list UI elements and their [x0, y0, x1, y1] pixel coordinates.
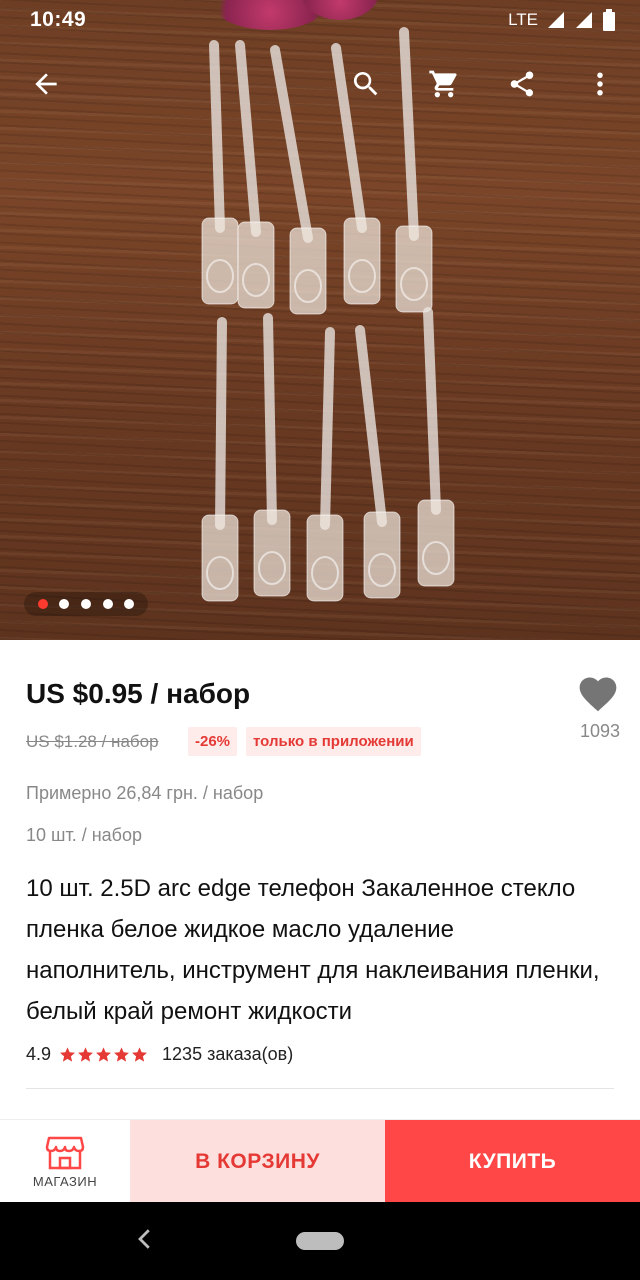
discount-badge: -26%	[188, 727, 238, 756]
more-vertical-icon	[597, 72, 603, 96]
share-button[interactable]	[500, 62, 544, 106]
wishlist-button[interactable]	[576, 672, 620, 716]
action-bar: МАГАЗИН В КОРЗИНУ КУПИТЬ	[0, 1119, 640, 1203]
gallery-dot[interactable]	[80, 599, 91, 609]
approx-local-price: Примерно 26,84 грн. / набор	[26, 783, 264, 803]
product-title[interactable]: 10 шт. 2.5D arc edge телефон Закаленное …	[26, 868, 606, 1032]
nav-back-icon[interactable]	[130, 1224, 160, 1254]
orders-count: 1235 заказа(ов)	[162, 1044, 294, 1064]
divider	[26, 1088, 614, 1089]
buy-now-button[interactable]: КУПИТЬ	[385, 1120, 640, 1203]
applicator-tool	[253, 313, 291, 597]
signal-icon	[548, 12, 564, 28]
search-button[interactable]	[344, 62, 388, 106]
battery-icon	[603, 9, 615, 31]
gallery-dot[interactable]	[124, 599, 135, 609]
store-button[interactable]: МАГАЗИН	[0, 1120, 130, 1203]
wishlist-count: 1093	[579, 721, 620, 741]
pack-size: 10 шт. / набор	[26, 825, 142, 845]
heart-icon	[579, 677, 617, 712]
gallery-dot[interactable]	[37, 599, 48, 609]
star-icon	[114, 1047, 129, 1062]
star-icon	[78, 1047, 93, 1062]
store-label: МАГАЗИН	[32, 1174, 98, 1189]
more-menu-button[interactable]	[578, 62, 622, 106]
signal-icon	[576, 12, 592, 28]
rating-stars	[59, 1046, 148, 1063]
nav-home-pill[interactable]	[296, 1232, 344, 1250]
app-only-badge: только в приложении	[246, 727, 421, 756]
status-bar: 10:49 LTE	[0, 0, 640, 40]
status-time: 10:49	[30, 8, 87, 31]
product-price: US $0.95 / набор	[26, 678, 251, 709]
gallery-dot[interactable]	[102, 599, 113, 609]
rating-value: 4.9	[26, 1044, 52, 1064]
gallery-indicator	[24, 592, 148, 616]
original-price: US $1.28 / набор	[26, 732, 159, 751]
applicator-tool	[306, 327, 344, 602]
rating-row[interactable]: 4.9 1235 заказа(ов)	[26, 1044, 293, 1065]
back-button[interactable]	[24, 62, 68, 106]
search-icon	[353, 72, 378, 96]
share-icon	[510, 71, 534, 97]
star-icon	[96, 1047, 111, 1062]
app-bar	[0, 48, 640, 120]
star-icon	[60, 1047, 75, 1062]
applicator-tool	[201, 317, 239, 602]
add-to-cart-button[interactable]: В КОРЗИНУ	[130, 1120, 385, 1203]
cart-icon	[429, 70, 457, 98]
applicator-tool	[355, 325, 401, 599]
cart-button[interactable]	[422, 62, 466, 106]
star-icon	[132, 1047, 147, 1062]
back-arrow-icon	[35, 73, 57, 95]
store-icon	[45, 1136, 85, 1170]
network-type: LTE	[508, 10, 538, 29]
gallery-dot[interactable]	[59, 599, 70, 609]
applicator-tool	[417, 307, 455, 587]
system-nav-bar	[0, 1202, 640, 1280]
